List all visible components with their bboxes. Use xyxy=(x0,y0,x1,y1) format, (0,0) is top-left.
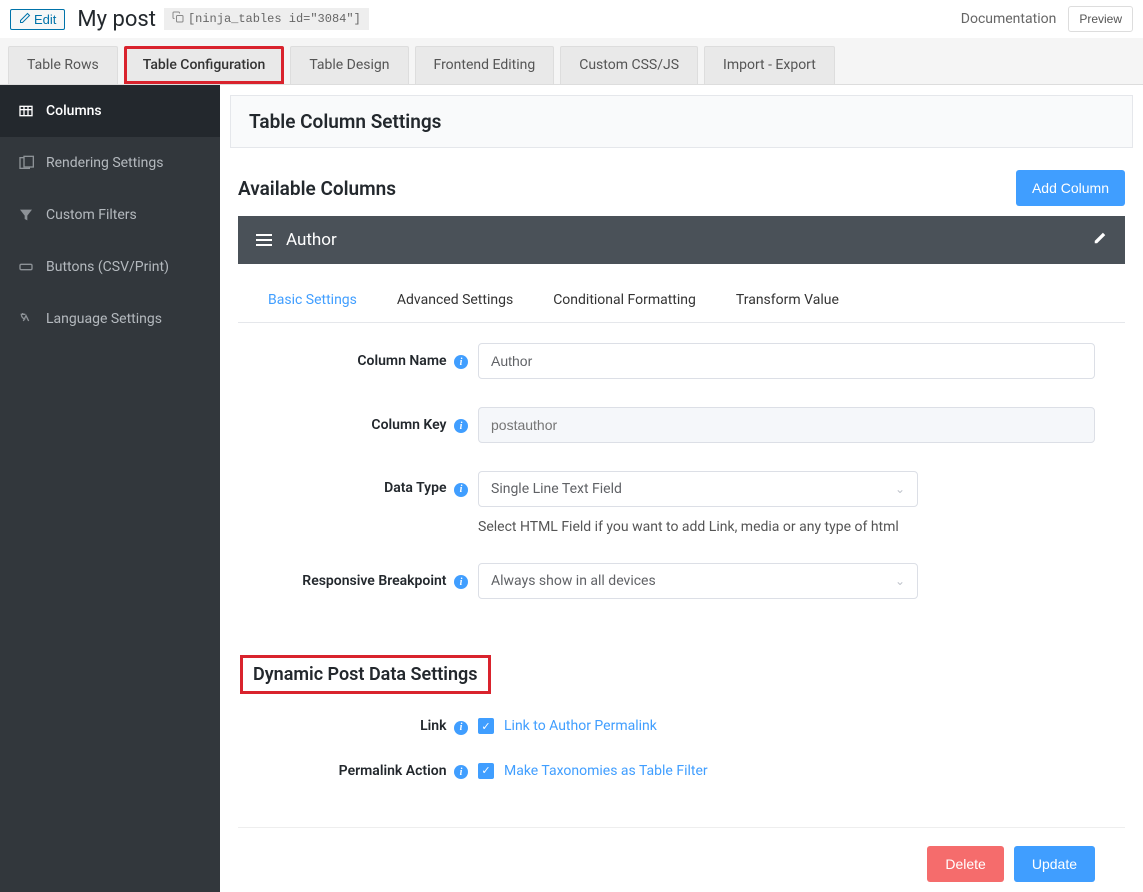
sidebar-item-language[interactable]: Language Settings xyxy=(0,293,220,345)
sidebar-item-label: Rendering Settings xyxy=(46,155,163,171)
inner-tab-transform[interactable]: Transform Value xyxy=(736,292,839,322)
data-type-select[interactable]: Single Line Text Field ⌄ xyxy=(478,471,918,507)
column-title: Author xyxy=(286,230,337,250)
row-link: Link i ✓ Link to Author Permalink xyxy=(268,718,1095,735)
documentation-link[interactable]: Documentation xyxy=(961,11,1057,27)
drag-handle-icon[interactable] xyxy=(256,234,272,246)
label-breakpoint: Responsive Breakpoint i xyxy=(268,573,478,590)
label-text: Responsive Breakpoint xyxy=(302,573,446,589)
info-icon[interactable]: i xyxy=(454,419,468,433)
edit-button-label: Edit xyxy=(34,12,56,27)
header-right: Documentation Preview xyxy=(961,6,1133,32)
info-icon[interactable]: i xyxy=(454,575,468,589)
select-value: Single Line Text Field xyxy=(491,481,622,497)
edit-column-icon[interactable] xyxy=(1093,231,1107,249)
label-link: Link i xyxy=(268,718,478,735)
column-key-input[interactable] xyxy=(478,407,1095,443)
footer-buttons: Delete Update xyxy=(238,827,1125,892)
preview-button[interactable]: Preview xyxy=(1068,6,1133,32)
dynamic-form-area: Link i ✓ Link to Author Permalink Permal… xyxy=(238,712,1125,827)
column-header-left: Author xyxy=(256,230,337,250)
language-icon xyxy=(18,311,34,327)
label-permalink: Permalink Action i xyxy=(268,763,478,780)
column-name-input[interactable] xyxy=(478,343,1095,379)
edit-button[interactable]: Edit xyxy=(10,9,65,30)
row-column-name: Column Name i xyxy=(268,343,1095,379)
label-column-name: Column Name i xyxy=(268,353,478,370)
rendering-icon xyxy=(18,155,34,171)
section-title: Table Column Settings xyxy=(230,95,1133,148)
inner-tab-advanced[interactable]: Advanced Settings xyxy=(397,292,513,322)
label-text: Column Name xyxy=(357,353,446,369)
info-icon[interactable]: i xyxy=(454,765,468,779)
sidebar-item-label: Buttons (CSV/Print) xyxy=(46,259,169,275)
row-column-key: Column Key i xyxy=(268,407,1095,443)
chevron-down-icon: ⌄ xyxy=(895,574,905,588)
sidebar-item-rendering[interactable]: Rendering Settings xyxy=(0,137,220,189)
sidebar-item-label: Custom Filters xyxy=(46,207,137,223)
page-header: Edit My post [ninja_tables id="3084"] Do… xyxy=(0,0,1143,38)
buttons-icon xyxy=(18,259,34,275)
sidebar-item-columns[interactable]: Columns xyxy=(0,85,220,137)
tab-custom-css-js[interactable]: Custom CSS/JS xyxy=(560,46,698,84)
dynamic-post-heading: Dynamic Post Data Settings xyxy=(253,664,478,685)
label-text: Link xyxy=(420,718,446,734)
tab-import-export[interactable]: Import - Export xyxy=(704,46,835,84)
tab-table-rows[interactable]: Table Rows xyxy=(8,46,118,84)
sidebar-item-filters[interactable]: Custom Filters xyxy=(0,189,220,241)
shortcode-display[interactable]: [ninja_tables id="3084"] xyxy=(164,8,369,30)
columns-icon xyxy=(18,103,34,119)
main-tabs: Table Rows Table Configuration Table Des… xyxy=(0,38,1143,85)
page-title: My post xyxy=(77,7,156,32)
column-settings-tabs: Basic Settings Advanced Settings Conditi… xyxy=(238,264,1125,323)
update-button[interactable]: Update xyxy=(1014,846,1095,882)
copy-icon xyxy=(172,11,184,27)
row-data-type: Data Type i Single Line Text Field ⌄ Sel… xyxy=(268,471,1095,535)
permalink-checkbox[interactable]: ✓ xyxy=(478,763,494,779)
sidebar-item-label: Language Settings xyxy=(46,311,162,327)
form-area: Column Name i Column Key i Data Type xyxy=(238,323,1125,647)
sidebar-item-buttons[interactable]: Buttons (CSV/Print) xyxy=(0,241,220,293)
pencil-icon xyxy=(19,12,31,27)
sidebar: Columns Rendering Settings Custom Filter… xyxy=(0,85,220,892)
tab-table-design[interactable]: Table Design xyxy=(290,46,408,84)
tab-table-configuration[interactable]: Table Configuration xyxy=(124,46,285,84)
main-layout: Columns Rendering Settings Custom Filter… xyxy=(0,85,1143,892)
tab-frontend-editing[interactable]: Frontend Editing xyxy=(415,46,555,84)
row-breakpoint: Responsive Breakpoint i Always show in a… xyxy=(268,563,1095,599)
label-text: Column Key xyxy=(371,417,446,433)
dynamic-post-heading-highlight: Dynamic Post Data Settings xyxy=(240,655,491,694)
sidebar-item-label: Columns xyxy=(46,103,102,119)
label-text: Data Type xyxy=(384,480,446,496)
available-columns-title: Available Columns xyxy=(238,177,396,200)
filter-icon xyxy=(18,207,34,223)
inner-tab-conditional[interactable]: Conditional Formatting xyxy=(553,292,696,322)
select-value: Always show in all devices xyxy=(491,573,656,589)
label-text: Permalink Action xyxy=(339,763,447,779)
label-column-key: Column Key i xyxy=(268,417,478,434)
link-checkbox[interactable]: ✓ xyxy=(478,718,494,734)
data-type-helper: Select HTML Field if you want to add Lin… xyxy=(478,519,1095,535)
row-permalink: Permalink Action i ✓ Make Taxonomies as … xyxy=(268,763,1095,780)
inner-tab-basic[interactable]: Basic Settings xyxy=(268,292,357,322)
available-columns-row: Available Columns Add Column xyxy=(220,158,1143,216)
permalink-checkbox-label[interactable]: Make Taxonomies as Table Filter xyxy=(504,763,708,779)
content-area: Table Column Settings Available Columns … xyxy=(220,85,1143,892)
info-icon[interactable]: i xyxy=(454,721,468,735)
add-column-button[interactable]: Add Column xyxy=(1016,170,1125,206)
delete-button[interactable]: Delete xyxy=(927,846,1003,882)
column-header-bar[interactable]: Author xyxy=(238,216,1125,264)
breakpoint-select[interactable]: Always show in all devices ⌄ xyxy=(478,563,918,599)
label-data-type: Data Type i xyxy=(268,471,478,497)
link-checkbox-label[interactable]: Link to Author Permalink xyxy=(504,718,657,734)
shortcode-text: [ninja_tables id="3084"] xyxy=(188,12,361,26)
info-icon[interactable]: i xyxy=(454,483,468,497)
info-icon[interactable]: i xyxy=(454,355,468,369)
chevron-down-icon: ⌄ xyxy=(895,482,905,496)
